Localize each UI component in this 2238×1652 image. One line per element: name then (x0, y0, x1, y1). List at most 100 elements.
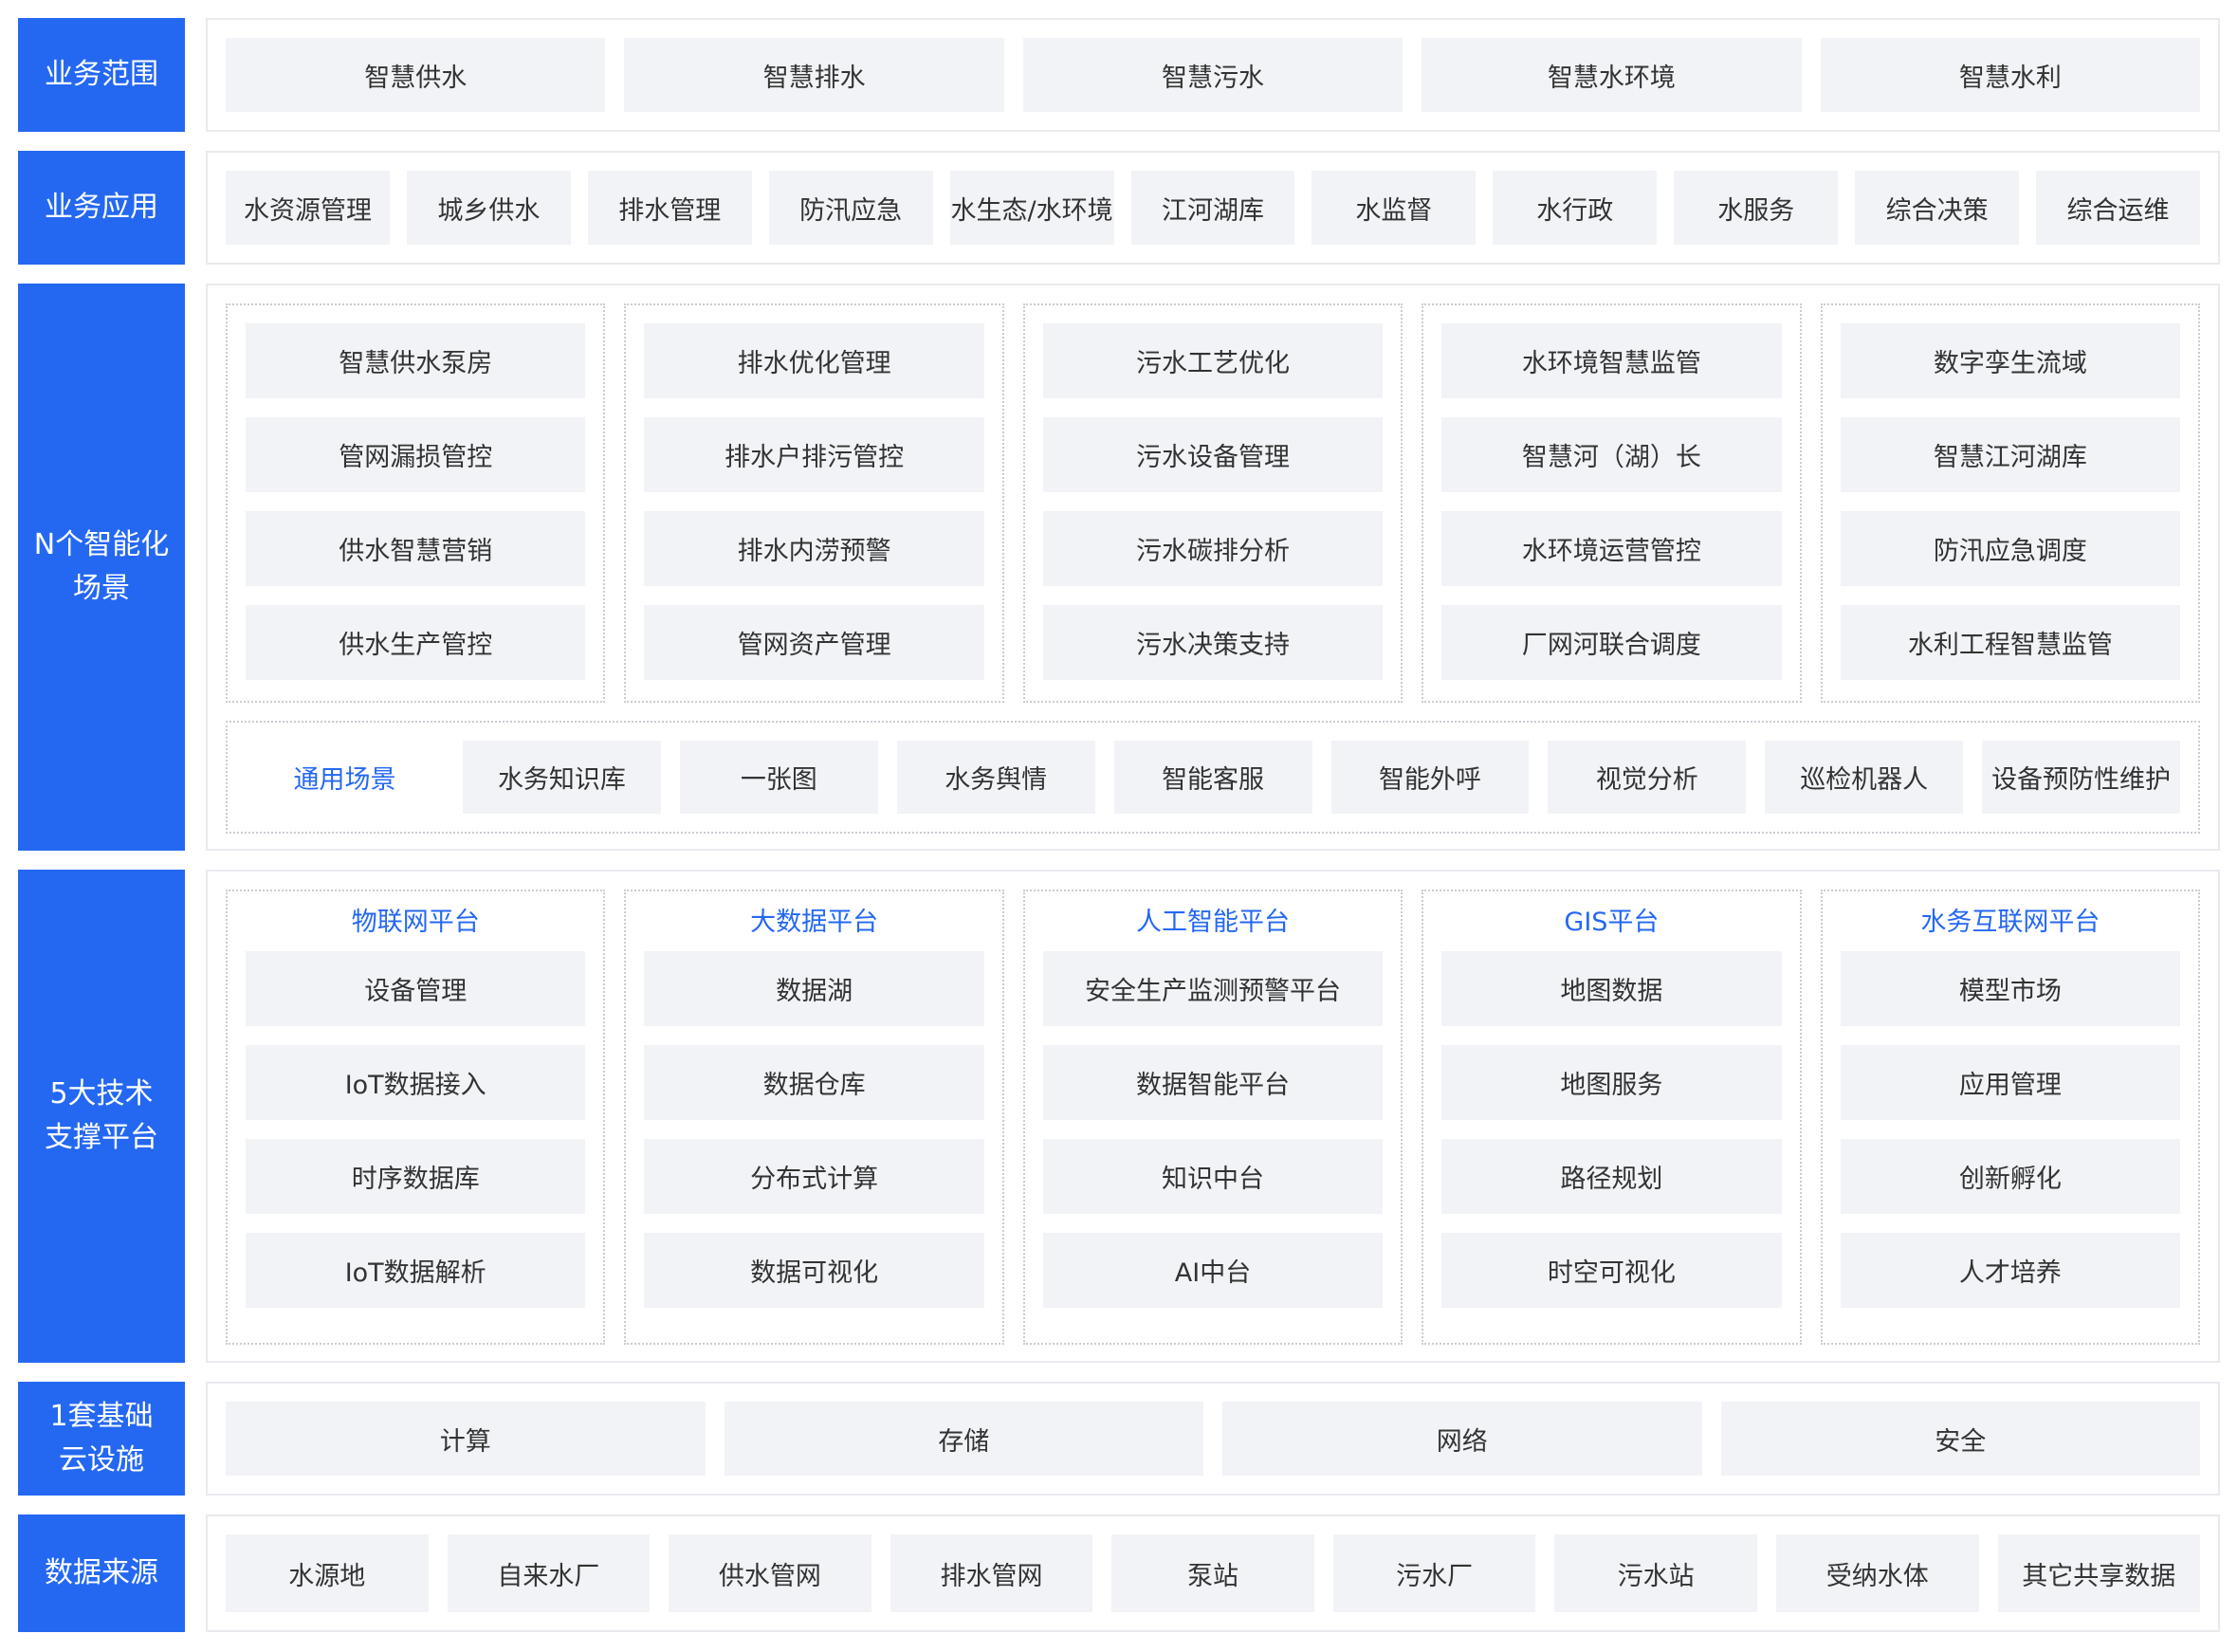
platform-group: 人工智能平台安全生产监测预警平台数据智能平台知识中台 AI中台 (1023, 890, 1403, 1345)
source-item: 水源地 (226, 1534, 429, 1612)
app-item: 水行政 (1493, 171, 1657, 245)
platform-item: 知识中台 (1043, 1139, 1383, 1214)
scene-item: 水环境智慧监管 (1441, 323, 1781, 398)
scene-item: 排水内涝预警 (644, 511, 983, 586)
platform-item: 路径规划 (1441, 1139, 1781, 1214)
platform-title: 大数据平台 (644, 909, 983, 936)
platform-item: 时序数据库 (246, 1139, 585, 1214)
row-content: 计算存储网络安全 (206, 1382, 2220, 1496)
platform-item: IoT数据解析 (246, 1233, 585, 1308)
platform-group: GIS平台地图数据地图服务路径规划时空可视化 (1422, 890, 1801, 1345)
platform-item: 地图服务 (1441, 1045, 1781, 1120)
scene-item: 智慧供水泵房 (246, 323, 585, 398)
scene-groups: 智慧供水泵房管网漏损管控供水智慧营销供水生产管控排水优化管理排水户排污管控排水内… (226, 303, 2200, 703)
row-tech-platforms: 5大技术 支撑平台 物联网平台设备管理IoT数据接入时序数据库IoT数据解析大数… (18, 870, 2220, 1363)
platform-item: 创新孵化 (1841, 1139, 2180, 1214)
platform-item: AI中台 (1043, 1233, 1383, 1308)
scope-item: 智慧水利 (1821, 38, 2200, 112)
platform-item: 分布式计算 (644, 1139, 983, 1214)
scene-item: 智慧河（湖）长 (1441, 417, 1781, 492)
scene-item: 污水设备管理 (1043, 417, 1383, 492)
scene-item: 水环境运营管控 (1441, 511, 1781, 586)
platform-title: 人工智能平台 (1043, 909, 1383, 936)
app-item: 江河湖库 (1131, 171, 1295, 245)
app-item: 水服务 (1674, 171, 1838, 245)
source-item: 污水站 (1554, 1534, 1757, 1612)
common-scenes: 通用场景 水务知识库一张图水务舆情智能客服智能外呼视觉分析巡检机器人设备预防性维… (226, 721, 2200, 834)
app-item: 水生态/水环境 (950, 171, 1114, 245)
platform-title: 水务互联网平台 (1841, 909, 2180, 936)
common-scenes-title: 通用场景 (246, 741, 444, 814)
scene-item: 厂网河联合调度 (1441, 605, 1781, 680)
app-item: 水监督 (1312, 171, 1476, 245)
scene-item: 水利工程智慧监管 (1841, 605, 2180, 680)
row-content: 物联网平台设备管理IoT数据接入时序数据库IoT数据解析大数据平台数据湖数据仓库… (206, 870, 2220, 1363)
scene-item: 排水户排污管控 (644, 417, 983, 492)
app-item: 防汛应急 (769, 171, 933, 245)
source-item: 自来水厂 (448, 1534, 651, 1612)
source-item: 其它共享数据 (1998, 1534, 2201, 1612)
row-content: 水源地自来水厂供水管网排水管网泵站污水厂污水站受纳水体其它共享数据 (206, 1514, 2220, 1632)
row-business-scope: 业务范围 智慧供水智慧排水智慧污水智慧水环境智慧水利 (18, 18, 2220, 132)
source-item: 受纳水体 (1776, 1534, 1979, 1612)
row-intelligent-scenes: N个智能化 场景 智慧供水泵房管网漏损管控供水智慧营销供水生产管控排水优化管理排… (18, 284, 2220, 851)
row-content: 智慧供水智慧排水智慧污水智慧水环境智慧水利 (206, 18, 2220, 132)
scene-item: 智慧江河湖库 (1841, 417, 2180, 492)
infra-item: 安全 (1721, 1402, 2201, 1476)
scene-item: 污水工艺优化 (1043, 323, 1383, 398)
scene-group: 智慧供水泵房管网漏损管控供水智慧营销供水生产管控 (226, 303, 605, 703)
common-scene-item: 设备预防性维护 (1982, 741, 2180, 814)
platform-title: GIS平台 (1441, 909, 1781, 936)
infra-cells: 计算存储网络安全 (226, 1402, 2200, 1476)
source-item: 污水厂 (1333, 1534, 1536, 1612)
platform-item: IoT数据接入 (246, 1045, 585, 1120)
scene-group: 水环境智慧监管智慧河（湖）长水环境运营管控厂网河联合调度 (1422, 303, 1801, 703)
row-content: 水资源管理城乡供水排水管理防汛应急水生态/水环境江河湖库水监督水行政水服务综合决… (206, 151, 2220, 265)
platform-item: 设备管理 (246, 951, 585, 1026)
platform-item: 数据智能平台 (1043, 1045, 1383, 1120)
platform-groups: 物联网平台设备管理IoT数据接入时序数据库IoT数据解析大数据平台数据湖数据仓库… (226, 890, 2200, 1345)
platform-item: 应用管理 (1841, 1045, 2180, 1120)
platform-group: 大数据平台数据湖数据仓库分布式计算数据可视化 (624, 890, 1003, 1345)
platform-item: 安全生产监测预警平台 (1043, 951, 1383, 1026)
row-data-sources: 数据来源 水源地自来水厂供水管网排水管网泵站污水厂污水站受纳水体其它共享数据 (18, 1514, 2220, 1632)
row-label: 业务应用 (18, 151, 185, 265)
common-scene-item: 水务舆情 (897, 741, 1095, 814)
infra-item: 计算 (226, 1402, 706, 1476)
scene-item: 数字孪生流域 (1841, 323, 2180, 398)
platform-item: 数据仓库 (644, 1045, 983, 1120)
scene-item: 管网漏损管控 (246, 417, 585, 492)
common-scene-item: 水务知识库 (463, 741, 661, 814)
scene-item: 供水智慧营销 (246, 511, 585, 586)
scene-item: 防汛应急调度 (1841, 511, 2180, 586)
platform-item: 地图数据 (1441, 951, 1781, 1026)
source-item: 供水管网 (669, 1534, 871, 1612)
source-item: 排水管网 (890, 1534, 1093, 1612)
common-scene-item: 巡检机器人 (1765, 741, 1963, 814)
infra-item: 网络 (1222, 1402, 1702, 1476)
row-label: 1套基础 云设施 (18, 1382, 185, 1496)
platform-item: 模型市场 (1841, 951, 2180, 1026)
app-item: 综合运维 (2036, 171, 2200, 245)
scene-item: 污水决策支持 (1043, 605, 1383, 680)
scene-item: 管网资产管理 (644, 605, 983, 680)
scope-item: 智慧供水 (226, 38, 605, 112)
apps-cells: 水资源管理城乡供水排水管理防汛应急水生态/水环境江河湖库水监督水行政水服务综合决… (226, 171, 2200, 245)
platform-item: 时空可视化 (1441, 1233, 1781, 1308)
row-label: 数据来源 (18, 1514, 185, 1632)
app-item: 城乡供水 (407, 171, 571, 245)
source-item: 泵站 (1111, 1534, 1314, 1612)
app-item: 水资源管理 (226, 171, 390, 245)
platform-item: 数据可视化 (644, 1233, 983, 1308)
scene-item: 供水生产管控 (246, 605, 585, 680)
infra-item: 存储 (725, 1402, 1204, 1476)
platform-item: 数据湖 (644, 951, 983, 1026)
row-content: 智慧供水泵房管网漏损管控供水智慧营销供水生产管控排水优化管理排水户排污管控排水内… (206, 284, 2220, 851)
row-business-apps: 业务应用 水资源管理城乡供水排水管理防汛应急水生态/水环境江河湖库水监督水行政水… (18, 151, 2220, 265)
common-scene-item: 视觉分析 (1548, 741, 1746, 814)
scope-cells: 智慧供水智慧排水智慧污水智慧水环境智慧水利 (226, 38, 2200, 112)
row-label: 5大技术 支撑平台 (18, 870, 185, 1363)
app-item: 综合决策 (1855, 171, 2019, 245)
row-label: 业务范围 (18, 18, 185, 132)
common-scene-item: 智能外呼 (1331, 741, 1530, 814)
